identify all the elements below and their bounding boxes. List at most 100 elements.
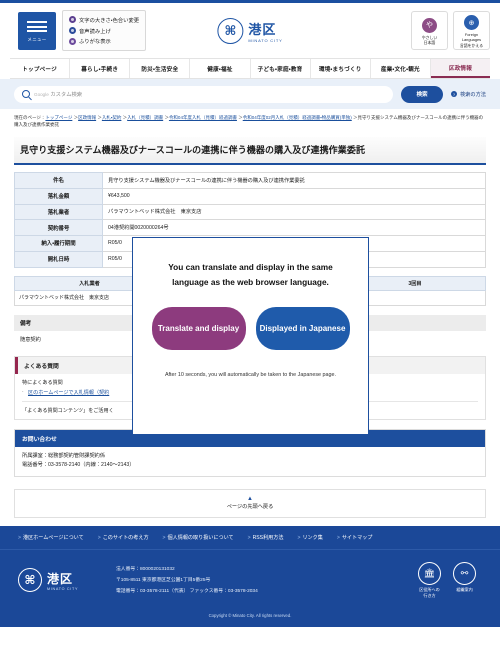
accessibility-text-size-label: 文字の大きさ・色合い変更 bbox=[79, 17, 140, 24]
footer-link-rss[interactable]: > RSS利用方法 bbox=[248, 534, 284, 541]
accessibility-text-size[interactable]: 文字の大きさ・色合い変更 bbox=[69, 14, 139, 25]
accessibility-furigana[interactable]: ふりがな表示 bbox=[69, 36, 139, 47]
footer-links: > 港区ホームページについて > このサイトの考え方 > 個人情報の取り扱いについて … bbox=[0, 526, 500, 551]
easy-japanese-line2: 日本語 bbox=[423, 40, 436, 45]
footer-logo-name: 港区 bbox=[47, 571, 74, 586]
table-row: 落札業者 パラマウントベッド株式会社 東京支店 bbox=[14, 203, 486, 221]
nav-item-city-info[interactable]: 区政情報 bbox=[430, 59, 490, 78]
back-to-top-wrap: ▲ ページの先頭へ戻る bbox=[0, 489, 500, 519]
furigana-icon bbox=[69, 37, 76, 45]
back-to-top-button[interactable]: ▲ ページの先頭へ戻る bbox=[14, 489, 486, 519]
modal-message: You can translate and display in the sam… bbox=[168, 262, 333, 287]
footer-org-link[interactable]: ⚯ 組織案内 bbox=[453, 562, 476, 598]
row-label-amount: 落札金額 bbox=[14, 187, 103, 205]
chevron-right-icon: > bbox=[336, 535, 340, 542]
search-icon bbox=[22, 90, 30, 98]
global-nav: トップページ 暮らし・手続き 防災・生活安全 健康・福祉 子ども・家庭・教育 環… bbox=[10, 58, 490, 79]
footer-logo-sub: MINATO CITY bbox=[47, 586, 79, 591]
org-chart-icon: ⚯ bbox=[453, 562, 476, 586]
breadcrumb-prefix: 現在のページ： bbox=[14, 115, 46, 120]
copyright: Copyright © Minato City. All rights rese… bbox=[0, 608, 500, 626]
accessibility-furigana-label: ふりがな表示 bbox=[79, 39, 111, 46]
accessibility-tools: 文字の大きさ・色合い変更 音声読み上げ ふりがな表示 bbox=[62, 10, 147, 51]
easy-japanese-button[interactable]: や やさしい 日本語 bbox=[411, 11, 448, 50]
footer-postal-address: 〒105-8511 東京都港区芝公園1丁目5番25号 bbox=[116, 577, 211, 583]
table-row: 落札金額 ¥643,500 bbox=[14, 187, 486, 205]
footer-link-linkcollection[interactable]: > リンク集 bbox=[297, 534, 322, 541]
language-buttons: や やさしい 日本語 ⊕ Foreign Languages 言語をかえる bbox=[411, 11, 490, 50]
language-translate-modal: You can translate and display in the sam… bbox=[132, 237, 369, 435]
row-value-subject: 見守り支援システム機器及びナースコールの連携に伴う機器の購入及び連携作業委託 bbox=[102, 171, 486, 189]
menu-button-label: メニュー bbox=[27, 36, 47, 42]
nav-item-industry[interactable]: 産業・文化・観光 bbox=[371, 59, 431, 78]
breadcrumb-item-1[interactable]: 区政情報 bbox=[78, 115, 96, 120]
search-help-label: 検索の方法 bbox=[460, 91, 486, 98]
chevron-right-icon: > bbox=[247, 535, 251, 542]
footer-org-line1: 組織案内 bbox=[456, 587, 473, 593]
breadcrumb-item-2[interactable]: 入札・契約 bbox=[102, 115, 122, 120]
foreign-languages-button[interactable]: ⊕ Foreign Languages 言語をかえる bbox=[453, 11, 490, 50]
chevron-right-icon: > bbox=[97, 535, 101, 542]
nav-item-living[interactable]: 暮らし・手続き bbox=[70, 59, 131, 78]
chevron-right-icon: > bbox=[297, 535, 301, 542]
translate-and-display-button[interactable]: Translate and display bbox=[151, 307, 246, 351]
menu-button[interactable]: メニュー bbox=[18, 11, 56, 50]
up-arrow-icon: ▲ bbox=[247, 496, 253, 503]
site-header: メニュー 文字の大きさ・色合い変更 音声読み上げ ふりがな表示 ⌘ 港区 MIN… bbox=[0, 3, 500, 58]
row-label-contract-no: 契約番号 bbox=[14, 219, 103, 237]
row-label-open-datetime: 開札日時 bbox=[14, 250, 103, 268]
footer-link-policy[interactable]: > このサイトの考え方 bbox=[98, 534, 149, 541]
foreign-line3: 言語をかえる bbox=[459, 42, 484, 48]
footer-logo[interactable]: ⌘ 港区 MINATO CITY bbox=[18, 568, 104, 593]
nav-item-environment[interactable]: 環境・まちづくり bbox=[311, 59, 371, 78]
minato-crest-icon: ⌘ bbox=[217, 17, 244, 44]
search-button[interactable]: 検索 bbox=[401, 85, 444, 103]
search-input[interactable]: Google カスタム検索 bbox=[14, 85, 394, 103]
search-placeholder: Google カスタム検索 bbox=[34, 92, 83, 98]
footer-link-about[interactable]: > 港区ホームページについて bbox=[18, 534, 84, 541]
breadcrumb-item-4[interactable]: 令和04年度入札（見積）経過調書 bbox=[169, 115, 237, 120]
breadcrumb-item-3[interactable]: 入札（見積）調書 bbox=[127, 115, 163, 120]
chevron-right-icon: > bbox=[162, 535, 166, 542]
row-label-subject: 件名 bbox=[14, 171, 103, 189]
site-footer: > 港区ホームページについて > このサイトの考え方 > 個人情報の取り扱いについて … bbox=[0, 526, 500, 628]
footer-link-privacy[interactable]: > 個人情報の取り扱いについて bbox=[163, 534, 234, 541]
chevron-right-icon: > bbox=[18, 535, 21, 542]
accessibility-speech[interactable]: 音声読み上げ bbox=[69, 25, 139, 36]
footer-icon-links: 🏛 区役所への 行き方 ⚯ 組織案内 bbox=[418, 562, 482, 598]
logo-name: 港区 bbox=[248, 21, 277, 37]
nav-item-disaster[interactable]: 防災・生活安全 bbox=[130, 59, 191, 78]
row-value-amount: ¥643,500 bbox=[102, 187, 486, 205]
accessibility-speech-label: 音声読み上げ bbox=[79, 28, 111, 35]
breadcrumb-item-0[interactable]: トップページ bbox=[45, 115, 72, 120]
nav-item-top[interactable]: トップページ bbox=[10, 59, 71, 78]
logo-subtitle: MINATO CITY bbox=[248, 37, 283, 43]
contact-section: お問い合わせ 所属課室：総務部契約管財課契約係 電話番号：03-3578-214… bbox=[14, 428, 486, 478]
footer-link-sitemap[interactable]: > サイトマップ bbox=[337, 534, 373, 541]
globe-icon: ⊕ bbox=[464, 15, 479, 31]
back-to-top-label: ページの先頭へ戻る bbox=[226, 504, 274, 511]
site-logo[interactable]: ⌘ 港区 MINATO CITY bbox=[217, 17, 283, 44]
row-label-delivery-period: 納入・履行期間 bbox=[14, 235, 103, 252]
nav-item-health[interactable]: 健康・福祉 bbox=[190, 59, 251, 78]
contact-dept: 所属課室：総務部契約管財課契約係 bbox=[22, 452, 106, 459]
breadcrumb: 現在のページ：トップページ ＞区政情報 ＞入札・契約 ＞入札（見積）調書 ＞令和… bbox=[14, 115, 486, 129]
modal-footnote: After 10 seconds, you will automatically… bbox=[164, 372, 337, 379]
row-value-winner: パラマウントベッド株式会社 東京支店 bbox=[102, 203, 486, 221]
faq-link[interactable]: 区のホームページで入札情報（契約 bbox=[28, 390, 109, 396]
speaker-icon bbox=[69, 27, 76, 34]
displayed-in-japanese-button[interactable]: Displayed in Japanese bbox=[255, 307, 350, 351]
contact-tel: 電話番号：03-3578-2140（内線：2140〜2143） bbox=[22, 462, 135, 469]
footer-access-link[interactable]: 🏛 区役所への 行き方 bbox=[418, 562, 441, 598]
breadcrumb-item-5[interactable]: 令和04年度02月入札（見積）経過調書・物品購買(単独) bbox=[243, 115, 352, 120]
page-title: 見守り支援システム機器及びナースコールの連携に伴う機器の購入及び連携作業委託 bbox=[14, 136, 486, 165]
easy-japanese-icon: や bbox=[422, 17, 437, 33]
search-bar: Google カスタム検索 検索 ? 検索の方法 bbox=[0, 79, 500, 109]
footer-address: 法人番号：8000020131032 〒105-8511 東京都港区芝公園1丁目… bbox=[104, 564, 418, 597]
footer-corp-number: 法人番号：8000020131032 bbox=[116, 566, 175, 572]
footer-phone: 電話番号：03-3578-2111（代表） ファックス番号：03-3578-20… bbox=[116, 588, 258, 594]
row-value-contract-no: 04港契約開0020000264号 bbox=[102, 219, 486, 237]
text-size-color-icon bbox=[69, 16, 76, 24]
search-help-link[interactable]: ? 検索の方法 bbox=[451, 91, 486, 98]
nav-item-children[interactable]: 子ども・家庭・教育 bbox=[251, 59, 311, 78]
